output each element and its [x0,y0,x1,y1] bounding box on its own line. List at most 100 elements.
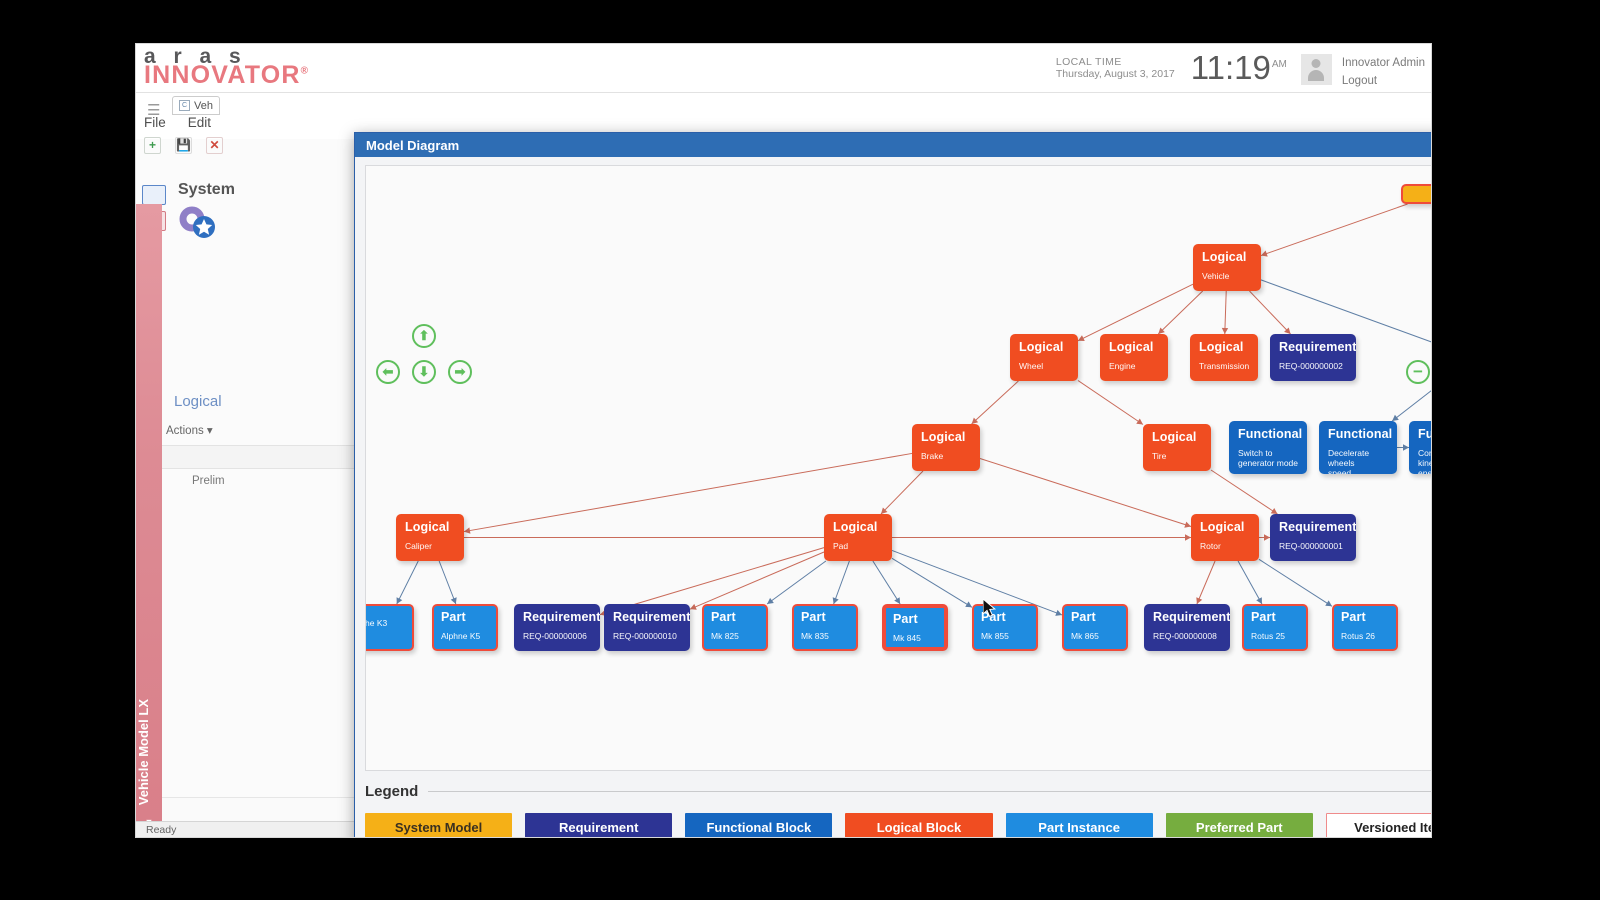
pan-right-button[interactable]: ➡ [448,360,472,384]
dialog-body: Logical Vehicle Logical Wheel Logical Engine L… [355,157,1431,837]
node-title: Requirement [1279,340,1356,354]
node-title: Functional [1238,427,1303,441]
legend-rule [428,791,1431,792]
diagram-node-partR26[interactable]: Part Rotus 26 [1332,604,1398,651]
diagram-node-engine[interactable]: Logical Engine [1100,334,1168,381]
edge-arrowhead [767,597,774,604]
avatar[interactable] [1300,54,1332,85]
card-view-icon[interactable] [142,185,166,205]
node-subtitle: Switch to generator mode [1238,448,1299,469]
diagram-edge [880,470,924,515]
diagram-node-tire[interactable]: Logical Tire [1143,424,1211,471]
diagram-edge [971,380,1019,425]
node-title: Logical [1152,430,1197,444]
menu-item-edit[interactable]: Edit [188,115,211,130]
zoom-out-button[interactable]: − [1406,360,1430,384]
diagram-node-partB55[interactable]: Part Mk 855 [972,604,1038,651]
diagram-edge [1196,560,1216,605]
edge-arrowhead [1392,414,1399,421]
diagram-edge [1249,290,1291,335]
diagram-edge [1157,290,1204,335]
diagram-node-caliper[interactable]: Logical Caliper [396,514,464,561]
diagram-node-rotor[interactable]: Logical Rotor [1191,514,1259,561]
diagram-node-func1[interactable]: Functional Switch to generator mode [1229,421,1307,474]
edge-arrowhead [894,597,901,604]
diagram-node-partR25[interactable]: Part Rotus 25 [1242,604,1308,651]
node-title: Part [1251,610,1276,624]
diagram-edge [766,560,827,605]
document-tab[interactable]: C Veh [172,96,220,115]
diagram-node-transm[interactable]: Logical Transmission [1190,334,1258,381]
page-title: System [178,181,235,198]
diagram-node-partB25[interactable]: Part Mk 825 [702,604,768,651]
aras-innovator-app: a r a s INNOVATOR® LOCAL TIME Thursday, … [136,44,1431,837]
legend-items: System Model Requirement Functional Block L… [365,813,1431,837]
node-subtitle: Rotus 25 [1251,631,1286,642]
context-sidebar[interactable]: Vehicle Model LX ▼ [136,204,162,837]
diagram-node-brake[interactable]: Logical Brake [912,424,980,471]
diagram-edge [1077,283,1194,342]
legend-item-logical-block[interactable]: Logical Block [845,813,993,837]
registered-mark: ® [300,65,310,77]
diagram-node-partB65[interactable]: Part Mk 865 [1062,604,1128,651]
screen: a r a s INNOVATOR® LOCAL TIME Thursday, … [0,0,1600,900]
diagram-node-wheel[interactable]: Logical Wheel [1010,334,1078,381]
actions-menu[interactable]: Actions ▾ [166,423,213,437]
node-title: Part [1341,610,1366,624]
diagram-edge [833,560,850,605]
legend-item-system-model[interactable]: System Model [365,813,513,837]
diagram-node-vehicle[interactable]: Logical Vehicle [1193,244,1261,291]
model-diagram-dialog: Model Diagram ✕ Logical Vehicle Logical Whe… [354,132,1431,837]
node-subtitle: Alphne K5 [441,631,481,642]
diagram-node-partB45[interactable]: Part Mk 845 [882,604,948,651]
legend-header: Legend [365,783,1431,800]
node-subtitle: Convert kineticenergy intoelectrical ene… [1418,448,1431,474]
diagram-node-req1[interactable]: Requirement REQ-000000001 [1270,514,1356,561]
diagram-node-req8[interactable]: Requirement REQ-000000008 [1144,604,1230,651]
legend-item-preferred-part[interactable]: Preferred Part [1165,813,1313,837]
diagram-node-func3[interactable]: Functiona Convert kineticenergy intoelect… [1409,421,1431,474]
pan-left-button[interactable]: ⬅ [376,360,400,384]
new-icon[interactable]: + [144,137,161,154]
legend-item-requirement[interactable]: Requirement [525,813,673,837]
node-title: Requirement [613,610,690,624]
legend-item-part-instance[interactable]: Part Instance [1005,813,1153,837]
legend-item-versioned-item[interactable]: Versioned Item [1325,813,1431,837]
node-subtitle: Rotus 26 [1341,631,1376,642]
menu-item-file[interactable]: File [144,115,166,130]
diagram-node-req10[interactable]: Requirement REQ-000000010 [604,604,690,651]
diagram-node-partB35[interactable]: Part Mk 835 [792,604,858,651]
diagram-node-sysmodel[interactable] [1401,184,1431,204]
node-subtitle: Mk 855 [981,631,1009,642]
node-title: Part [893,612,918,626]
node-subtitle: REQ-000000008 [1153,631,1217,642]
sidebar-item-label: Vehicle Model LX [136,698,151,805]
node-subtitle: Rotor [1200,541,1221,552]
diagram-canvas[interactable]: Logical Vehicle Logical Wheel Logical Engine L… [365,165,1431,771]
diagram-node-req6[interactable]: Requirement REQ-000000006 [514,604,600,651]
delete-icon[interactable]: ✕ [206,137,223,154]
logo-innovator-text: INNOVATOR® [144,61,310,89]
clock-ampm: AM [1271,59,1287,70]
tab-label: Veh [194,99,213,112]
node-title: Part [1071,610,1096,624]
diagram-edge [396,560,419,605]
node-subtitle: REQ-000000010 [613,631,677,642]
edge-arrowhead [1325,600,1332,607]
local-time-label: LOCAL TIME [1055,56,1122,68]
legend-title: Legend [365,783,419,800]
diagram-node-req2[interactable]: Requirement REQ-000000002 [1270,334,1356,381]
pan-down-button[interactable]: ⬇ [412,360,436,384]
node-subtitle: Brake [921,451,944,462]
diagram-node-pad[interactable]: Logical Pad [824,514,892,561]
legend-item-functional-block[interactable]: Functional Block [685,813,833,837]
tab-type-icon: C [179,100,190,111]
logout-link[interactable]: Logout [1342,73,1425,91]
node-subtitle: Caliper [405,541,432,552]
pan-up-button[interactable]: ⬆ [412,324,436,348]
save-icon[interactable]: 💾 [175,137,192,154]
diagram-node-partK5[interactable]: Part Alphne K5 [432,604,498,651]
diagram-node-func2[interactable]: Functional Decelerate wheels speed [1319,421,1397,474]
status-ready: Ready [146,824,177,836]
diagram-node-partK3[interactable]: he K3 [366,604,414,651]
